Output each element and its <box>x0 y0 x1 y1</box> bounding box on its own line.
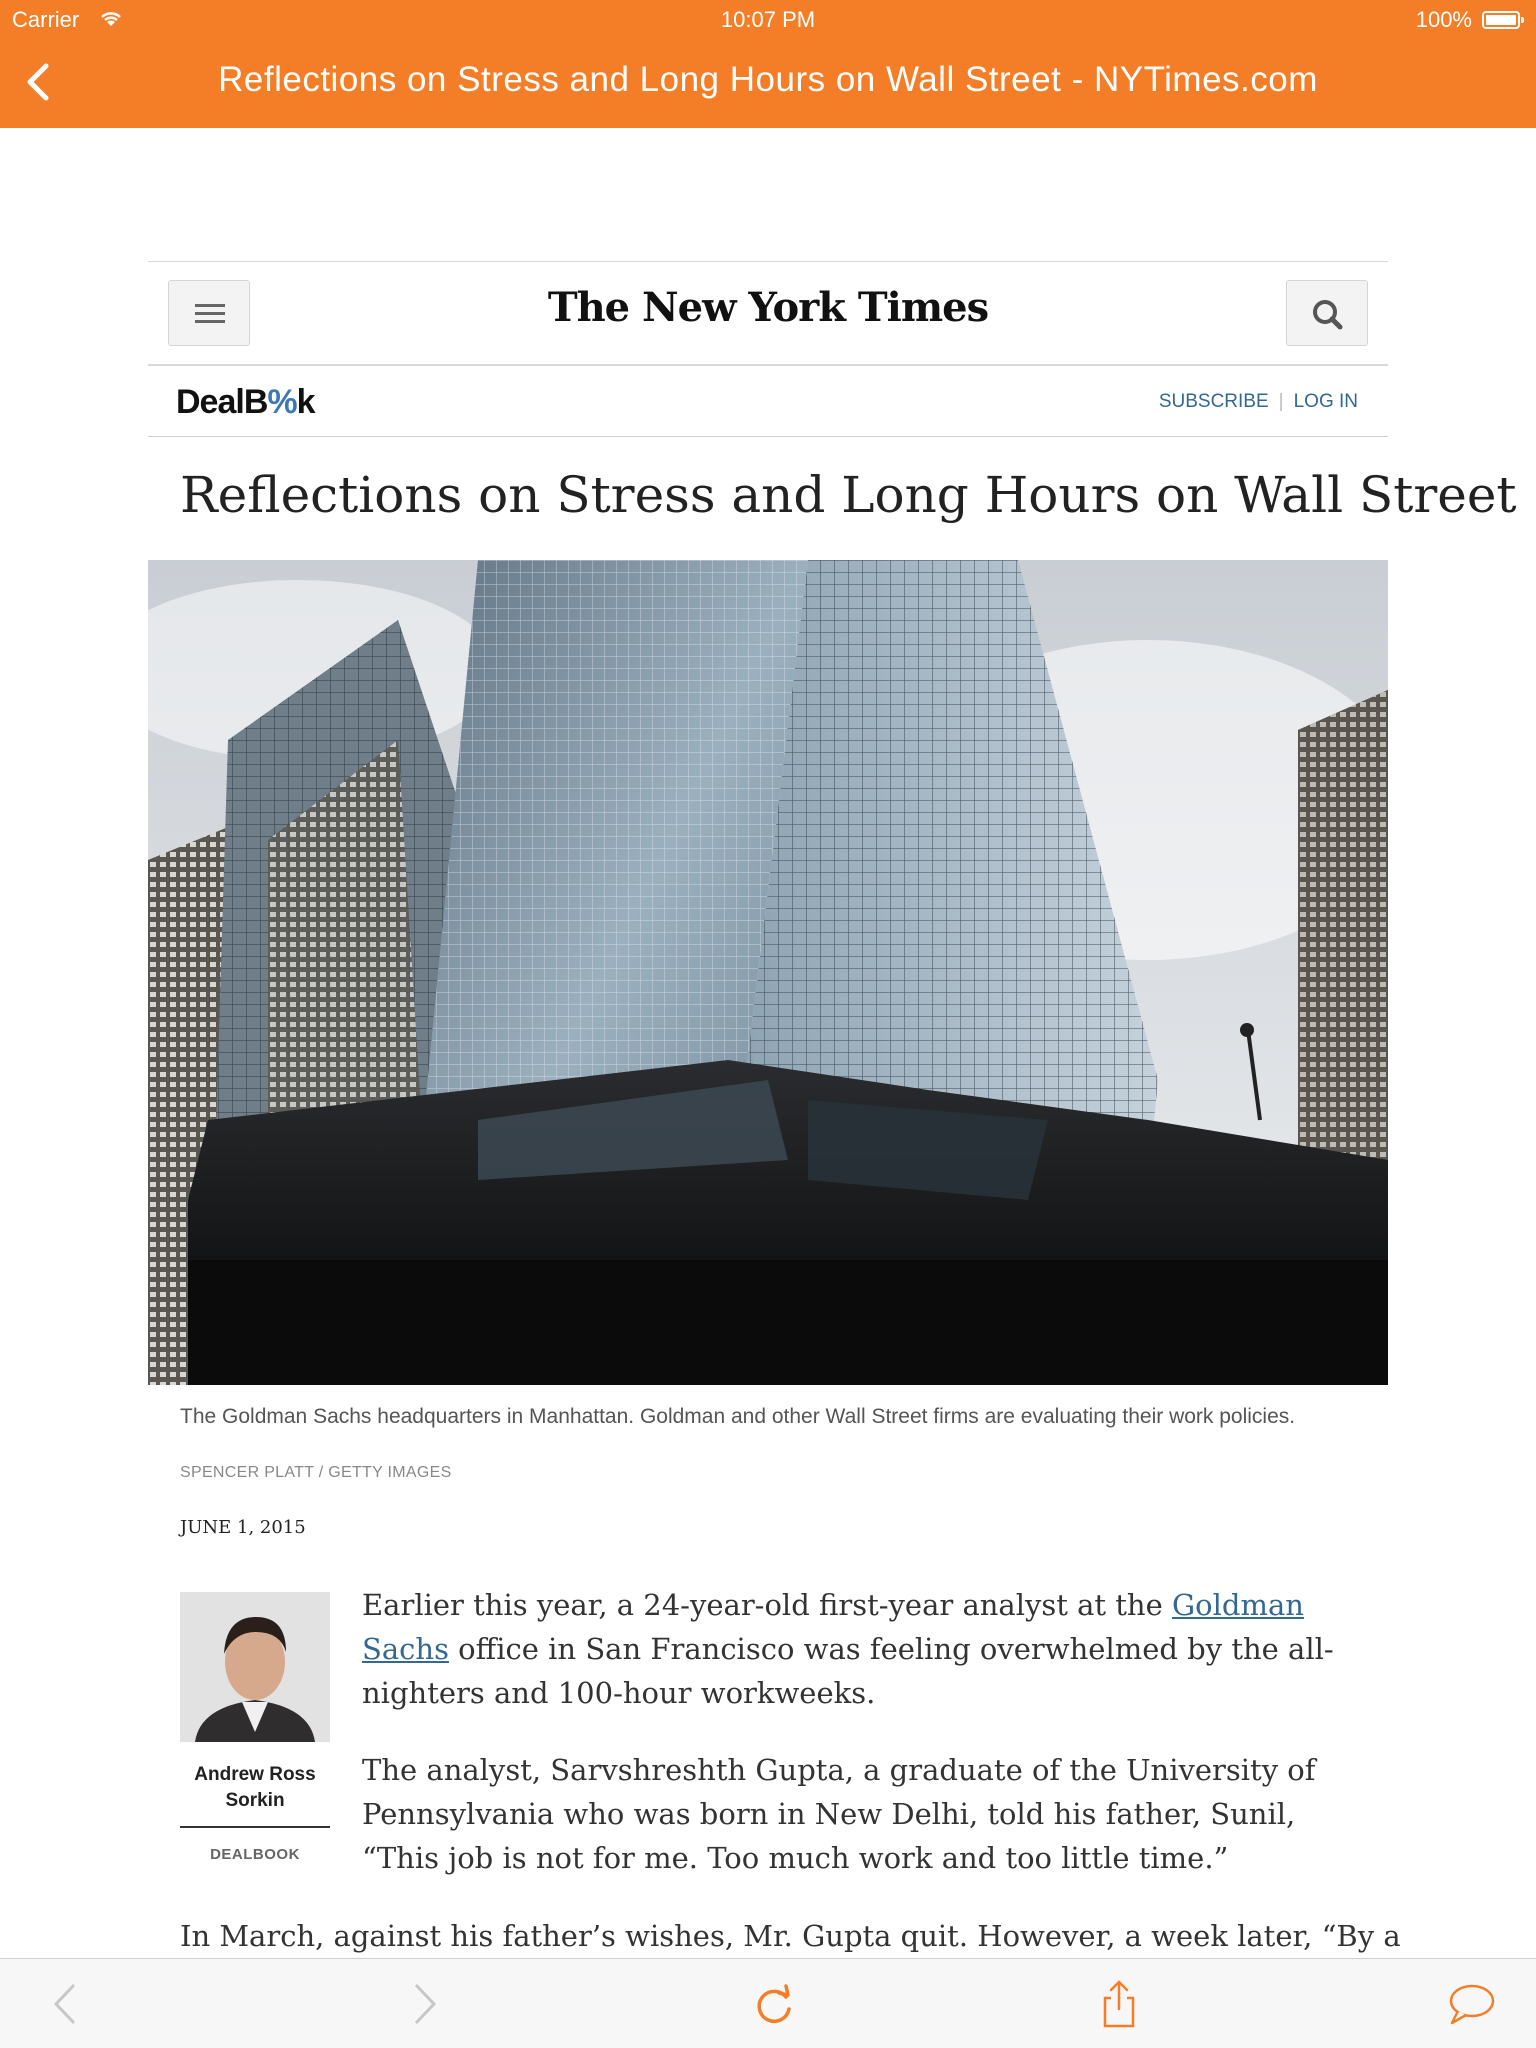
dealbook-logo-text: DealB <box>176 383 268 421</box>
section-bar: DealB%k SUBSCRIBE | LOG IN <box>148 365 1388 437</box>
author-card[interactable]: Andrew Ross Sorkin DEALBOOK <box>180 1592 330 1863</box>
web-content[interactable]: The New York Times DealB%k SUBSCRIBE | LOG… <box>0 128 1536 1958</box>
photo-caption: The Goldman Sachs headquarters in Manhat… <box>180 1405 1296 1428</box>
article-headline: Reflections on Stress and Long Hours on … <box>180 466 1517 524</box>
chevron-left-icon <box>27 63 49 101</box>
dealbook-logo-text-end: k <box>296 383 316 421</box>
login-link[interactable]: LOG IN <box>1294 391 1358 412</box>
page-title: Reflections on Stress and Long Hours on … <box>218 60 1318 99</box>
subscribe-link[interactable]: SUBSCRIBE <box>1159 391 1269 412</box>
comment-button[interactable] <box>1446 1979 1496 2029</box>
share-icon <box>1103 1980 1135 2028</box>
search-icon <box>1313 300 1343 330</box>
photo-credit: SPENCER PLATT / GETTY IMAGES <box>180 1464 452 1481</box>
masthead-logo[interactable]: The New York Times <box>148 284 1388 331</box>
search-button[interactable] <box>1286 280 1368 346</box>
status-bar: Carrier 10:07 PM 100% <box>0 0 1536 40</box>
article-paragraph-3: In March, against his father’s wishes, M… <box>180 1919 1401 1953</box>
article-paragraph-1: Earlier this year, a 24-year-old first-y… <box>362 1583 1367 1715</box>
author-divider <box>180 1826 330 1828</box>
site-header: The New York Times <box>148 261 1388 366</box>
back-button[interactable] <box>18 60 58 104</box>
clock: 10:07 PM <box>720 7 816 32</box>
author-section: DEALBOOK <box>210 1846 300 1863</box>
back-arrow-button[interactable] <box>42 1979 92 2029</box>
comment-icon <box>1449 1984 1495 2025</box>
navigation-bar: Reflections on Stress and Long Hours on … <box>0 40 1536 128</box>
author-photo <box>180 1592 330 1742</box>
forward-arrow-button[interactable] <box>398 1979 448 2029</box>
reload-icon <box>757 1984 791 2024</box>
article-date: JUNE 1, 2015 <box>180 1517 306 1538</box>
dealbook-logo[interactable]: DealB%k <box>176 383 316 422</box>
account-links: SUBSCRIBE | LOG IN <box>1159 391 1358 413</box>
paragraph-text-end: office in San Francisco was feeling over… <box>362 1632 1334 1710</box>
back-arrow-icon <box>53 1983 76 2025</box>
article-paragraph-2: The analyst, Sarvshreshth Gupta, a gradu… <box>362 1753 1316 1875</box>
paragraph-text: Earlier this year, a 24-year-old first-y… <box>362 1588 1172 1622</box>
browser-toolbar <box>0 1958 1536 2048</box>
share-button[interactable] <box>1094 1979 1144 2029</box>
link-divider: | <box>1278 391 1284 412</box>
forward-arrow-icon <box>414 1983 437 2025</box>
battery-percentage: 100% <box>1415 7 1472 32</box>
dealbook-logo-mark: % <box>267 383 297 421</box>
author-portrait <box>180 1592 330 1742</box>
battery-icon <box>1482 11 1524 29</box>
author-name: Andrew Ross Sorkin <box>194 1764 316 1811</box>
article-photo[interactable] <box>148 560 1388 1385</box>
reload-button[interactable] <box>749 1979 799 2029</box>
goldman-sachs-building-image <box>148 560 1388 1385</box>
